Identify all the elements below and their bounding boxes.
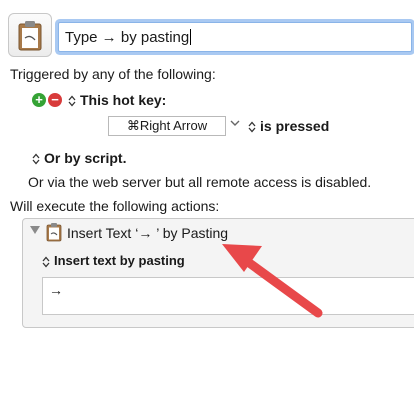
minus-icon[interactable]: −	[48, 93, 62, 107]
hotkey-state-select[interactable]: is pressed	[248, 118, 329, 134]
updown-chevron-icon	[68, 95, 76, 107]
text-to-insert-field[interactable]: →	[42, 277, 414, 315]
clipboard-icon[interactable]	[8, 13, 52, 57]
web-server-note: Or via the web server but all remote acc…	[28, 174, 372, 190]
disclosure-triangle-icon[interactable]	[30, 226, 40, 234]
macro-title-value: Type → by pasting	[65, 29, 190, 46]
text-to-insert-value: →	[49, 282, 63, 298]
script-trigger-text: Or by script.	[44, 150, 127, 166]
hotkey-field[interactable]: ⌘Right Arrow	[108, 116, 226, 136]
hotkey-state-text: is pressed	[260, 118, 330, 134]
macro-editor: Type → by pasting Triggered by any of th…	[0, 0, 414, 398]
clipboard-icon	[46, 223, 62, 242]
script-trigger-select[interactable]: Or by script.	[32, 150, 126, 166]
triggers-heading: Triggered by any of the following:	[10, 66, 216, 82]
insert-mode-select[interactable]: Insert text by pasting	[42, 253, 185, 268]
macro-title-field[interactable]: Type → by pasting	[58, 22, 412, 52]
updown-chevron-icon	[32, 153, 40, 165]
updown-chevron-icon	[42, 256, 50, 268]
plus-icon[interactable]: +	[32, 93, 46, 107]
hotkey-trigger-label[interactable]: This hot key:	[68, 92, 166, 108]
actions-heading: Will execute the following actions:	[10, 198, 220, 214]
insert-mode-text: Insert text by pasting	[54, 253, 185, 268]
chevron-down-icon[interactable]	[230, 119, 240, 127]
hotkey-label-text: This hot key:	[80, 92, 167, 108]
action-title: Insert Text ‘→ ’ by Pasting	[67, 225, 229, 241]
updown-chevron-icon	[248, 121, 256, 133]
text-caret	[190, 29, 192, 45]
